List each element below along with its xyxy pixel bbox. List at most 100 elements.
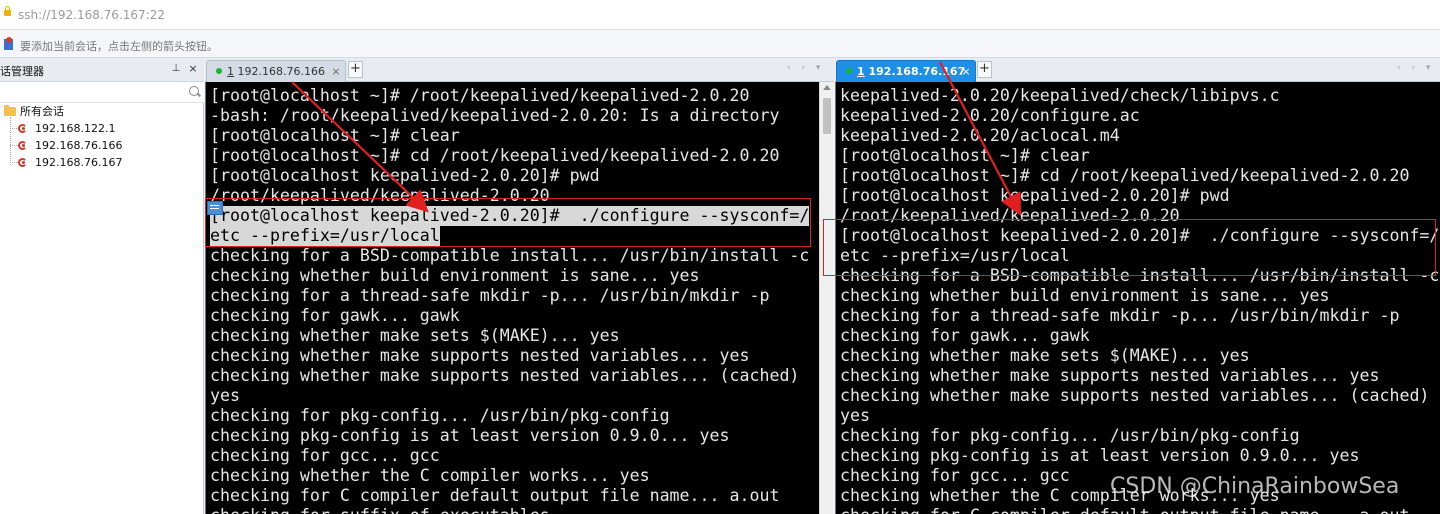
lock-icon [4,6,11,16]
terminal-line: checking for pkg-config... /usr/bin/pkg-… [210,406,809,426]
session-search-row[interactable] [0,82,204,103]
terminal-line: -bash: /root/keepalived/keepalived-2.0.2… [210,106,809,126]
terminal-line-text: checking whether make supports nested va… [840,366,1380,385]
hint-bar: 要添加当前会话，点击左侧的箭头按钮。 [0,30,1440,58]
bookmark-icon[interactable] [4,37,13,50]
terminal-line-text: [root@localhost ~]# clear [840,146,1090,165]
terminal-line: [root@localhost ~]# cd /root/keepalived/… [840,166,1439,186]
tree-root[interactable]: 所有会话 [0,103,204,120]
terminal-line: checking for a thread-safe mkdir -p... /… [840,306,1439,326]
terminal-line-text: [root@localhost ~]# cd /root/keepalived/… [840,166,1410,185]
add-tab-button[interactable]: + [348,61,363,78]
terminal-line-text: [root@localhost keepalived-2.0.20]# pwd [840,186,1230,205]
terminal-line-text: checking whether build environment is sa… [210,266,700,285]
terminal-line: checking whether build environment is sa… [210,266,809,286]
tree-root-label: 所有会话 [20,105,64,118]
scrollbar-left[interactable] [819,82,834,514]
terminal-line-text: checking whether build environment is sa… [840,286,1330,305]
terminal-line: etc --prefix=/usr/local [840,246,1439,266]
terminal-line-text: checking for a BSD-compatible install...… [840,266,1440,285]
terminal-line-text: yes [840,406,870,425]
pin-icon[interactable]: ⊥ [171,63,181,74]
session-item[interactable]: 192.168.122.1 [0,120,204,137]
tab-bar-left: 1 192.168.76.166 × + ‹ › ▾ [205,58,834,82]
terminal-line: yes [840,406,1439,426]
terminal-line: [root@localhost keepalived-2.0.20]# ./co… [210,206,810,226]
tab-session-166[interactable]: 1 192.168.76.166 × [206,60,346,82]
add-tab-button[interactable]: + [977,61,992,78]
terminal-line: checking for suffix of executables... [210,506,809,514]
terminal-line: checking for gawk... gawk [840,326,1439,346]
terminal-line-text: [root@localhost ~]# clear [210,126,460,145]
terminal-output-left: [root@localhost ~]# /root/keepalived/kee… [210,86,810,514]
terminal-line: checking for a BSD-compatible install...… [840,266,1439,286]
terminal-line-text: /root/keepalived/keepalived-2.0.20 [840,206,1180,225]
hint-text: 要添加当前会话，点击左侧的箭头按钮。 [20,40,218,53]
terminal-line: checking whether the C compiler works...… [210,466,809,486]
tree-branch [10,162,17,163]
terminal-pane-right: 1 192.168.76.167 × + ‹ › ▾ keepalived-2.… [835,58,1440,514]
terminal-line-text: checking whether make sets $(MAKE)... ye… [210,326,620,345]
session-manager-title: 话管理器 [0,65,44,78]
terminal-line: keepalived-2.0.20/keepalived/check/libip… [840,86,1439,106]
terminal-pane-left: 1 192.168.76.166 × + ‹ › ▾ [root@localho… [205,58,834,514]
address-url[interactable]: ssh://192.168.76.167:22 [18,8,165,22]
terminal-output-right: keepalived-2.0.20/keepalived/check/libip… [840,86,1439,514]
terminal-line: /root/keepalived/keepalived-2.0.20 [840,206,1439,226]
terminal-line-text: /root/keepalived/keepalived-2.0.20 [210,186,550,205]
folder-icon [4,105,16,116]
terminal-line: checking whether make supports nested va… [210,366,809,386]
terminal-line: [root@localhost ~]# clear [840,146,1439,166]
terminal-line: [root@localhost ~]# clear [210,126,809,146]
ssh-session-icon [17,123,29,133]
terminal-right[interactable]: keepalived-2.0.20/keepalived/check/libip… [835,82,1440,514]
terminal-line: checking for C compiler default output f… [210,486,809,506]
terminal-line: yes [210,386,809,406]
tab-close-icon[interactable]: × [331,65,341,78]
terminal-line-text: checking whether make supports nested va… [210,366,800,385]
tab-label: 1 192.168.76.166 [227,65,325,78]
terminal-line-text: [root@localhost keepalived-2.0.20]# ./co… [210,206,810,226]
terminal-line-text: checking pkg-config is at least version … [840,446,1360,465]
tab-nav-arrows[interactable]: ‹ › ▾ [1397,63,1434,73]
ssh-session-icon [17,140,29,150]
terminal-line: checking whether make supports nested va… [210,346,809,366]
terminal-line: checking whether build environment is sa… [840,286,1439,306]
terminal-line-text: checking whether make supports nested va… [210,346,750,365]
status-dot [216,68,222,74]
terminal-line-text: keepalived-2.0.20/configure.ac [840,106,1140,125]
terminal-line: checking pkg-config is at least version … [210,426,809,446]
terminal-line-text: checking for suffix of executables... [210,506,809,514]
terminal-line: checking for pkg-config... /usr/bin/pkg-… [840,426,1439,446]
tab-session-167[interactable]: 1 192.168.76.167 × [836,60,976,82]
terminal-line-text: checking for a thread-safe mkdir -p... /… [840,306,1400,325]
tree-branch [10,145,17,146]
terminal-line-text: yes [210,386,240,405]
search-icon[interactable] [189,86,199,96]
terminal-line-text: etc --prefix=/usr/local [840,246,1070,265]
scroll-thumb[interactable] [823,98,831,134]
scroll-up-icon[interactable] [823,85,831,90]
tab-close-icon[interactable]: × [961,65,971,78]
terminal-line: /root/keepalived/keepalived-2.0.20 [210,186,809,206]
tab-label: 1 192.168.76.167 [857,65,966,78]
tree-branch [10,128,17,129]
tab-nav-arrows[interactable]: ‹ › ▾ [787,63,824,73]
terminal-line: checking for gcc... gcc [210,446,809,466]
session-item[interactable]: 192.168.76.166 [0,137,204,154]
terminal-line-text: checking for gcc... gcc [210,446,440,465]
terminal-line: checking whether make supports nested va… [840,366,1439,386]
terminal-line-text: checking for a BSD-compatible install...… [210,246,810,265]
session-item[interactable]: 192.168.76.167 [0,154,204,171]
terminal-line: checking for gawk... gawk [210,306,809,326]
close-icon[interactable]: × [187,62,199,75]
terminal-line: checking whether make sets $(MAKE)... ye… [210,326,809,346]
app-window: ssh://192.168.76.167:22 要添加当前会话，点击左侧的箭头按… [0,0,1440,514]
terminal-left[interactable]: [root@localhost ~]# /root/keepalived/kee… [205,82,819,514]
address-bar[interactable]: ssh://192.168.76.167:22 [0,0,1440,30]
terminal-line-text: checking for pkg-config... /usr/bin/pkg-… [840,426,1300,445]
terminal-line: keepalived-2.0.20/aclocal.m4 [840,126,1439,146]
terminal-line-text: checking for C compiler default output f… [210,486,780,505]
ssh-session-icon [17,157,29,167]
terminal-line-text: [root@localhost ~]# /root/keepalived/kee… [210,86,750,105]
